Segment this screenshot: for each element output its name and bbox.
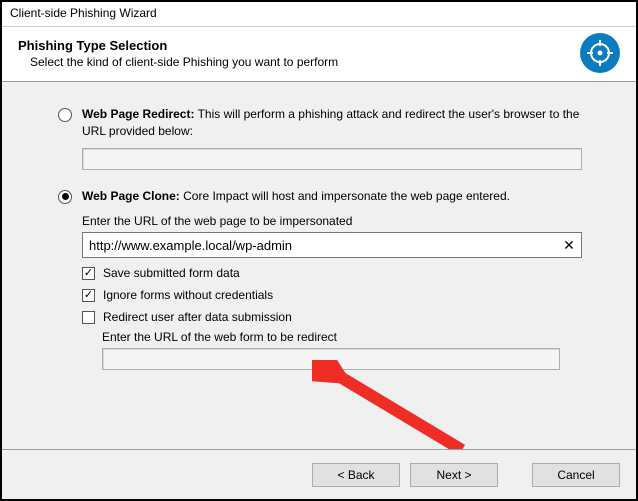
wizard-footer: < Back Next > Cancel: [2, 449, 636, 499]
wizard-header: Phishing Type Selection Select the kind …: [2, 27, 636, 82]
label-save-form-data: Save submitted form data: [103, 266, 240, 280]
cancel-button[interactable]: Cancel: [532, 463, 620, 487]
clear-icon[interactable]: ✕: [557, 237, 581, 254]
page-subtitle: Select the kind of client-side Phishing …: [30, 55, 580, 69]
redirect-after-prompt: Enter the URL of the web form to be redi…: [102, 330, 596, 344]
option-redirect-label: Web Page Redirect: This will perform a p…: [82, 106, 596, 140]
redirect-after-url-input: [102, 348, 560, 370]
checkbox-save-form-data[interactable]: [82, 267, 95, 280]
option-clone-title: Web Page Clone:: [82, 189, 180, 203]
label-ignore-forms: Ignore forms without credentials: [103, 288, 273, 302]
back-button[interactable]: < Back: [312, 463, 400, 487]
clone-url-input[interactable]: [83, 235, 557, 256]
label-redirect-after: Redirect user after data submission: [103, 310, 292, 324]
option-redirect-title: Web Page Redirect:: [82, 107, 194, 121]
option-redirect: Web Page Redirect: This will perform a p…: [58, 106, 596, 170]
radio-redirect[interactable]: [58, 108, 72, 122]
clone-url-field-wrap: ✕: [82, 232, 582, 258]
option-clone: Web Page Clone: Core Impact will host an…: [58, 188, 596, 371]
checkbox-redirect-after[interactable]: [82, 311, 95, 324]
page-title: Phishing Type Selection: [18, 38, 580, 53]
checkbox-ignore-forms[interactable]: [82, 289, 95, 302]
redirect-url-input: [82, 148, 582, 170]
radio-clone[interactable]: [58, 190, 72, 204]
clone-url-prompt: Enter the URL of the web page to be impe…: [82, 214, 596, 228]
option-clone-desc: Core Impact will host and impersonate th…: [180, 189, 510, 203]
next-button[interactable]: Next >: [410, 463, 498, 487]
target-icon: [580, 33, 620, 73]
option-clone-label: Web Page Clone: Core Impact will host an…: [82, 188, 510, 205]
window-title: Client-side Phishing Wizard: [2, 2, 636, 27]
wizard-content: Web Page Redirect: This will perform a p…: [2, 82, 636, 452]
